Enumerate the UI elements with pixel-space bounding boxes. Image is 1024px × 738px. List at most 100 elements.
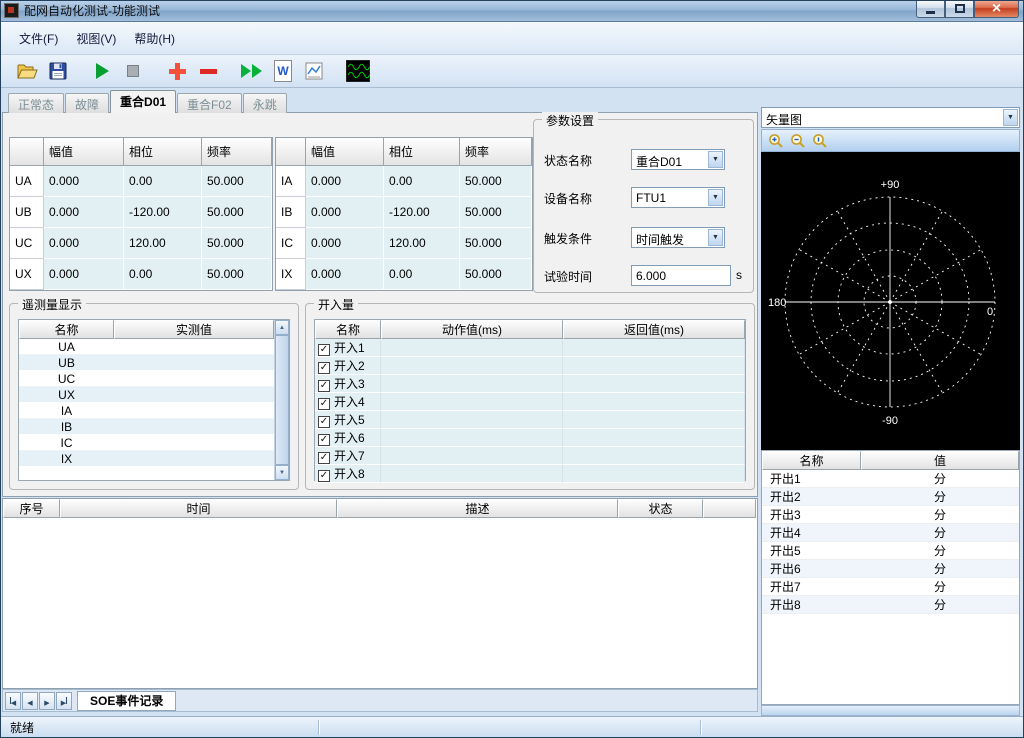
input-name-cell[interactable]: 开入5 bbox=[315, 411, 381, 429]
phase-cell[interactable]: -120.00 bbox=[124, 197, 202, 228]
view-type-select[interactable]: 矢量图 bbox=[761, 107, 1020, 128]
output-name[interactable]: 开出8 bbox=[762, 596, 861, 614]
amplitude-cell[interactable]: 0.000 bbox=[44, 259, 124, 290]
zoom-out-icon[interactable] bbox=[789, 132, 806, 149]
prev-record-icon[interactable] bbox=[22, 692, 38, 710]
open-file-icon[interactable] bbox=[14, 58, 40, 84]
maximize-button[interactable] bbox=[945, 0, 974, 18]
trigger-select[interactable]: 时间触发 bbox=[631, 227, 725, 248]
tab-reclose-d01[interactable]: 重合D01 bbox=[110, 90, 176, 113]
input-name-cell[interactable]: 开入1 bbox=[315, 339, 381, 357]
amplitude-cell[interactable]: 0.000 bbox=[306, 228, 384, 259]
channel-name[interactable]: UB bbox=[19, 355, 114, 371]
frequency-cell[interactable]: 50.000 bbox=[202, 259, 272, 290]
checkbox-checked-icon[interactable] bbox=[318, 380, 330, 392]
channel-name[interactable]: IX bbox=[19, 451, 114, 467]
frequency-cell[interactable]: 50.000 bbox=[202, 166, 272, 197]
frequency-cell[interactable]: 50.000 bbox=[460, 259, 532, 290]
chevron-down-icon[interactable] bbox=[1003, 109, 1018, 126]
col-header-amplitude: 幅值 bbox=[44, 138, 124, 166]
word-report-icon[interactable]: W bbox=[270, 58, 296, 84]
phase-cell[interactable]: 0.00 bbox=[124, 259, 202, 290]
tab-fault[interactable]: 故障 bbox=[65, 93, 109, 113]
device-name-select[interactable]: FTU1 bbox=[631, 187, 725, 208]
scroll-down-icon[interactable] bbox=[275, 465, 289, 480]
channel-name[interactable]: IC bbox=[19, 435, 114, 451]
next-record-icon[interactable] bbox=[39, 692, 55, 710]
output-name[interactable]: 开出1 bbox=[762, 470, 861, 488]
input-name-cell[interactable]: 开入4 bbox=[315, 393, 381, 411]
zoom-actual-icon[interactable] bbox=[811, 132, 828, 149]
tab-permanent-trip[interactable]: 永跳 bbox=[243, 93, 287, 113]
channel-name[interactable]: UC bbox=[19, 371, 114, 387]
channel-name[interactable]: IA bbox=[19, 403, 114, 419]
chevron-down-icon[interactable] bbox=[708, 189, 723, 206]
chevron-down-icon[interactable] bbox=[708, 151, 723, 168]
output-name[interactable]: 开出3 bbox=[762, 506, 861, 524]
checkbox-checked-icon[interactable] bbox=[318, 434, 330, 446]
amplitude-cell[interactable]: 0.000 bbox=[44, 228, 124, 259]
output-name[interactable]: 开出5 bbox=[762, 542, 861, 560]
amplitude-cell[interactable]: 0.000 bbox=[44, 197, 124, 228]
channel-name[interactable]: UA bbox=[19, 339, 114, 355]
output-name[interactable]: 开出7 bbox=[762, 578, 861, 596]
report-view-icon[interactable] bbox=[301, 58, 327, 84]
frequency-cell[interactable]: 50.000 bbox=[460, 197, 532, 228]
amplitude-cell[interactable]: 0.000 bbox=[306, 259, 384, 290]
menu-file[interactable]: 文件(F) bbox=[10, 25, 67, 52]
frequency-cell[interactable]: 50.000 bbox=[460, 228, 532, 259]
phase-cell[interactable]: 0.00 bbox=[384, 259, 460, 290]
scroll-up-icon[interactable] bbox=[275, 320, 289, 335]
right-panel-scroll-strip[interactable] bbox=[761, 705, 1020, 716]
amplitude-cell[interactable]: 0.000 bbox=[44, 166, 124, 197]
checkbox-checked-icon[interactable] bbox=[318, 344, 330, 356]
phase-cell[interactable]: 0.00 bbox=[124, 166, 202, 197]
tab-reclose-f02[interactable]: 重合F02 bbox=[177, 93, 242, 113]
amplitude-cell[interactable]: 0.000 bbox=[306, 197, 384, 228]
test-time-input[interactable]: 6.000 bbox=[631, 265, 731, 286]
remove-state-icon[interactable] bbox=[195, 58, 221, 84]
input-name-cell[interactable]: 开入8 bbox=[315, 465, 381, 483]
output-name[interactable]: 开出6 bbox=[762, 560, 861, 578]
run-all-states-icon[interactable] bbox=[239, 58, 265, 84]
add-state-icon[interactable] bbox=[164, 58, 190, 84]
stop-test-icon[interactable] bbox=[120, 58, 146, 84]
chevron-down-icon[interactable] bbox=[708, 229, 723, 246]
checkbox-checked-icon[interactable] bbox=[318, 398, 330, 410]
input-name-cell[interactable]: 开入3 bbox=[315, 375, 381, 393]
output-name[interactable]: 开出2 bbox=[762, 488, 861, 506]
scrollbar-thumb[interactable] bbox=[275, 335, 289, 465]
phase-cell[interactable]: -120.00 bbox=[384, 197, 460, 228]
output-name[interactable]: 开出4 bbox=[762, 524, 861, 542]
frequency-cell[interactable]: 50.000 bbox=[202, 197, 272, 228]
tab-soe-events[interactable]: SOE事件记录 bbox=[77, 691, 176, 711]
tab-normal-state[interactable]: 正常态 bbox=[8, 93, 64, 113]
telemetry-scrollbar[interactable] bbox=[274, 320, 289, 480]
checkbox-checked-icon[interactable] bbox=[318, 416, 330, 428]
save-icon[interactable] bbox=[45, 58, 71, 84]
frequency-cell[interactable]: 50.000 bbox=[202, 228, 272, 259]
menu-help[interactable]: 帮助(H) bbox=[125, 25, 184, 52]
checkbox-checked-icon[interactable] bbox=[318, 470, 330, 482]
amplitude-cell[interactable]: 0.000 bbox=[306, 166, 384, 197]
input-name-cell[interactable]: 开入2 bbox=[315, 357, 381, 375]
phase-cell[interactable]: 120.00 bbox=[384, 228, 460, 259]
last-record-icon[interactable] bbox=[56, 692, 72, 710]
minimize-button[interactable] bbox=[916, 0, 945, 18]
first-record-icon[interactable] bbox=[5, 692, 21, 710]
channel-name[interactable]: UX bbox=[19, 387, 114, 403]
phase-cell[interactable]: 0.00 bbox=[384, 166, 460, 197]
zoom-in-icon[interactable] bbox=[767, 132, 784, 149]
input-name-cell[interactable]: 开入7 bbox=[315, 447, 381, 465]
phase-cell[interactable]: 120.00 bbox=[124, 228, 202, 259]
menu-view[interactable]: 视图(V) bbox=[67, 25, 125, 52]
start-test-icon[interactable] bbox=[89, 58, 115, 84]
waveform-icon[interactable] bbox=[345, 58, 371, 84]
channel-name[interactable]: IB bbox=[19, 419, 114, 435]
close-button[interactable] bbox=[974, 0, 1019, 18]
frequency-cell[interactable]: 50.000 bbox=[460, 166, 532, 197]
state-name-select[interactable]: 重合D01 bbox=[631, 149, 725, 170]
input-name-cell[interactable]: 开入6 bbox=[315, 429, 381, 447]
checkbox-checked-icon[interactable] bbox=[318, 362, 330, 374]
checkbox-checked-icon[interactable] bbox=[318, 452, 330, 464]
